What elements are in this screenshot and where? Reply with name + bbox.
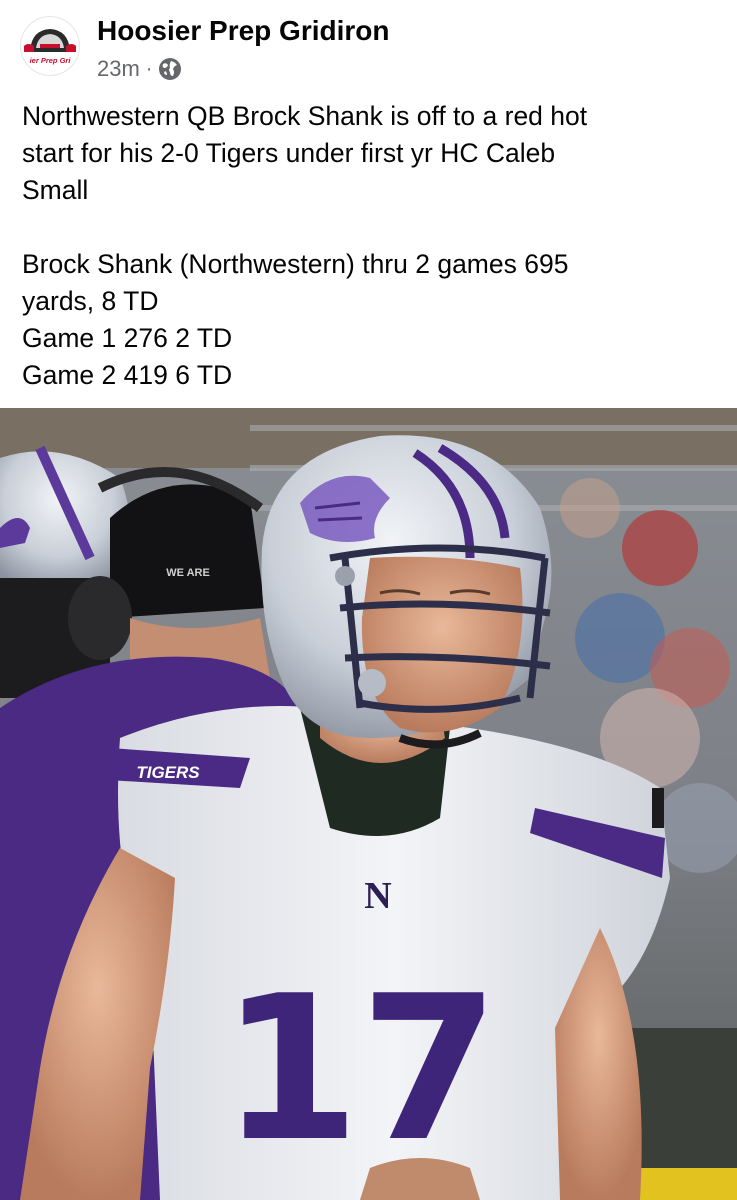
caption-line: start for his 2-0 Tigers under first yr … [22,138,556,168]
meta-separator: · [145,57,153,80]
caption-line: Northwestern QB Brock Shank is off to a … [22,101,588,131]
headset-text: WE ARE [166,567,210,579]
post-header: ier Prep Gri Hoosier Prep Gridiron 23m · [0,0,737,90]
post-photo[interactable]: WE ARE TIGERS N 17 [0,408,737,1200]
avatar-text: ier Prep Gri [30,56,72,65]
globe-icon[interactable] [158,57,182,81]
caption-line: Game 2 419 6 TD [22,360,233,390]
jersey-letter: N [364,875,391,917]
page-name-link[interactable]: Hoosier Prep Gridiron [97,14,390,48]
post-caption: Northwestern QB Brock Shank is off to a … [22,98,722,394]
post-meta: 23m · [97,54,182,84]
caption-line: yards, 8 TD [22,286,159,316]
sleeve-text: TIGERS [136,763,200,782]
facebook-post: ier Prep Gri Hoosier Prep Gridiron 23m ·… [0,0,737,1200]
caption-line: Brock Shank (Northwestern) thru 2 games … [22,249,569,279]
caption-blank-line [22,209,722,246]
post-timestamp[interactable]: 23m [97,56,140,82]
caption-line: Game 1 276 2 TD [22,323,233,353]
page-avatar[interactable]: ier Prep Gri [20,16,80,76]
jersey-number: 17 [221,953,499,1186]
helmet-logo: ier Prep Gri [24,29,76,65]
caption-line: Small [22,175,89,205]
football-player-photo: WE ARE TIGERS N 17 [0,408,737,1200]
